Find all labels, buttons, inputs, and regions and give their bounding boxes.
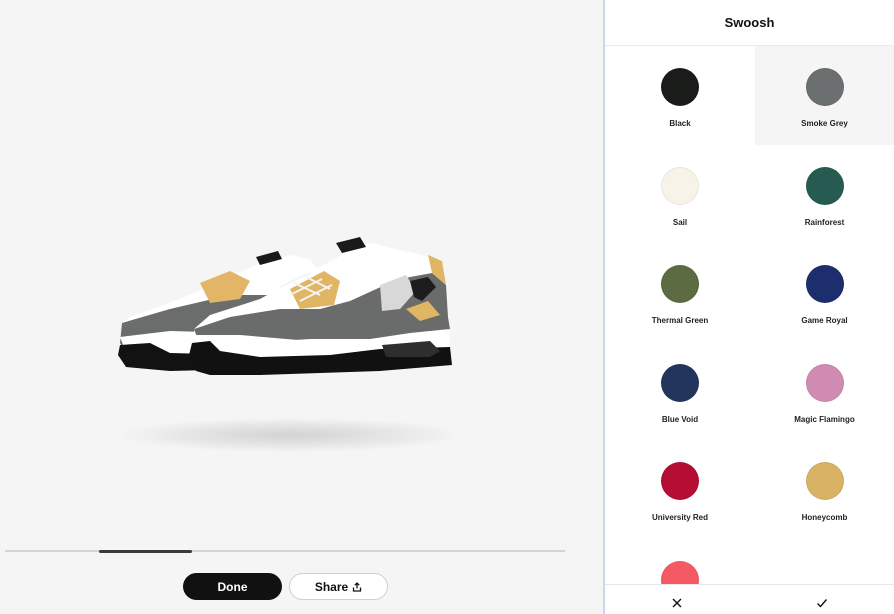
color-swatch [661, 462, 699, 501]
color-swatch [805, 462, 844, 501]
color-label: Sail [672, 217, 688, 227]
customizer-screen: Done Share Swoosh Black Smoke Grey Sail Rai… [0, 0, 894, 614]
color-option[interactable] [605, 539, 755, 584]
color-swatch [661, 68, 699, 106]
color-swatch [805, 68, 844, 106]
share-label: Share [314, 579, 349, 594]
color-swatch [805, 363, 844, 402]
color-label: Magic Flamingo [794, 414, 855, 424]
color-option[interactable]: Rainforest [755, 145, 894, 244]
color-option[interactable]: Honeycomb [755, 440, 894, 539]
share-icon [353, 581, 362, 592]
cancel-button[interactable] [605, 585, 750, 614]
color-option[interactable]: Magic Flamingo [755, 342, 894, 441]
view-progress-indicator[interactable] [98, 549, 193, 553]
color-swatch [805, 265, 844, 304]
color-swatch [805, 166, 844, 205]
done-button[interactable]: Done [183, 573, 282, 600]
check-icon [816, 598, 827, 608]
color-label: University Red [651, 513, 709, 523]
panel-title: Swoosh [724, 15, 775, 30]
color-swatch [661, 166, 699, 205]
view-progress-track[interactable] [5, 549, 565, 553]
color-label: Smoke Grey [801, 119, 848, 128]
color-option[interactable]: Thermal Green [605, 243, 755, 342]
color-swatch-grid: Black Smoke Grey Sail Rainforest Thermal Gre… [605, 46, 894, 584]
color-option[interactable]: Smoke Grey [755, 46, 894, 145]
panel-footer [605, 584, 894, 614]
color-label: Blue Void [661, 414, 699, 424]
color-option[interactable]: University Red [605, 440, 755, 539]
color-picker-panel: Swoosh Black Smoke Grey Sail Rainforest Ther… [603, 0, 894, 614]
color-label: Rainforest [804, 217, 845, 227]
color-option[interactable]: Black [605, 46, 755, 145]
shoe-3d-preview[interactable] [110, 225, 460, 380]
color-label: Black [669, 119, 691, 128]
color-option[interactable]: Blue Void [605, 342, 755, 441]
color-label: Game Royal [801, 316, 848, 326]
color-swatch [661, 560, 699, 584]
color-swatch [661, 363, 699, 402]
color-swatch [661, 265, 699, 304]
product-viewer: Done Share [0, 0, 603, 614]
color-label: Thermal Green [651, 316, 709, 326]
shoe-shadow [120, 418, 460, 452]
color-option[interactable]: Game Royal [755, 243, 894, 342]
color-label: Honeycomb [801, 513, 848, 523]
panel-header: Swoosh [605, 0, 894, 46]
confirm-button[interactable] [750, 585, 894, 614]
color-option[interactable]: Sail [605, 145, 755, 244]
close-icon [672, 598, 682, 607]
share-button[interactable]: Share [289, 573, 388, 600]
